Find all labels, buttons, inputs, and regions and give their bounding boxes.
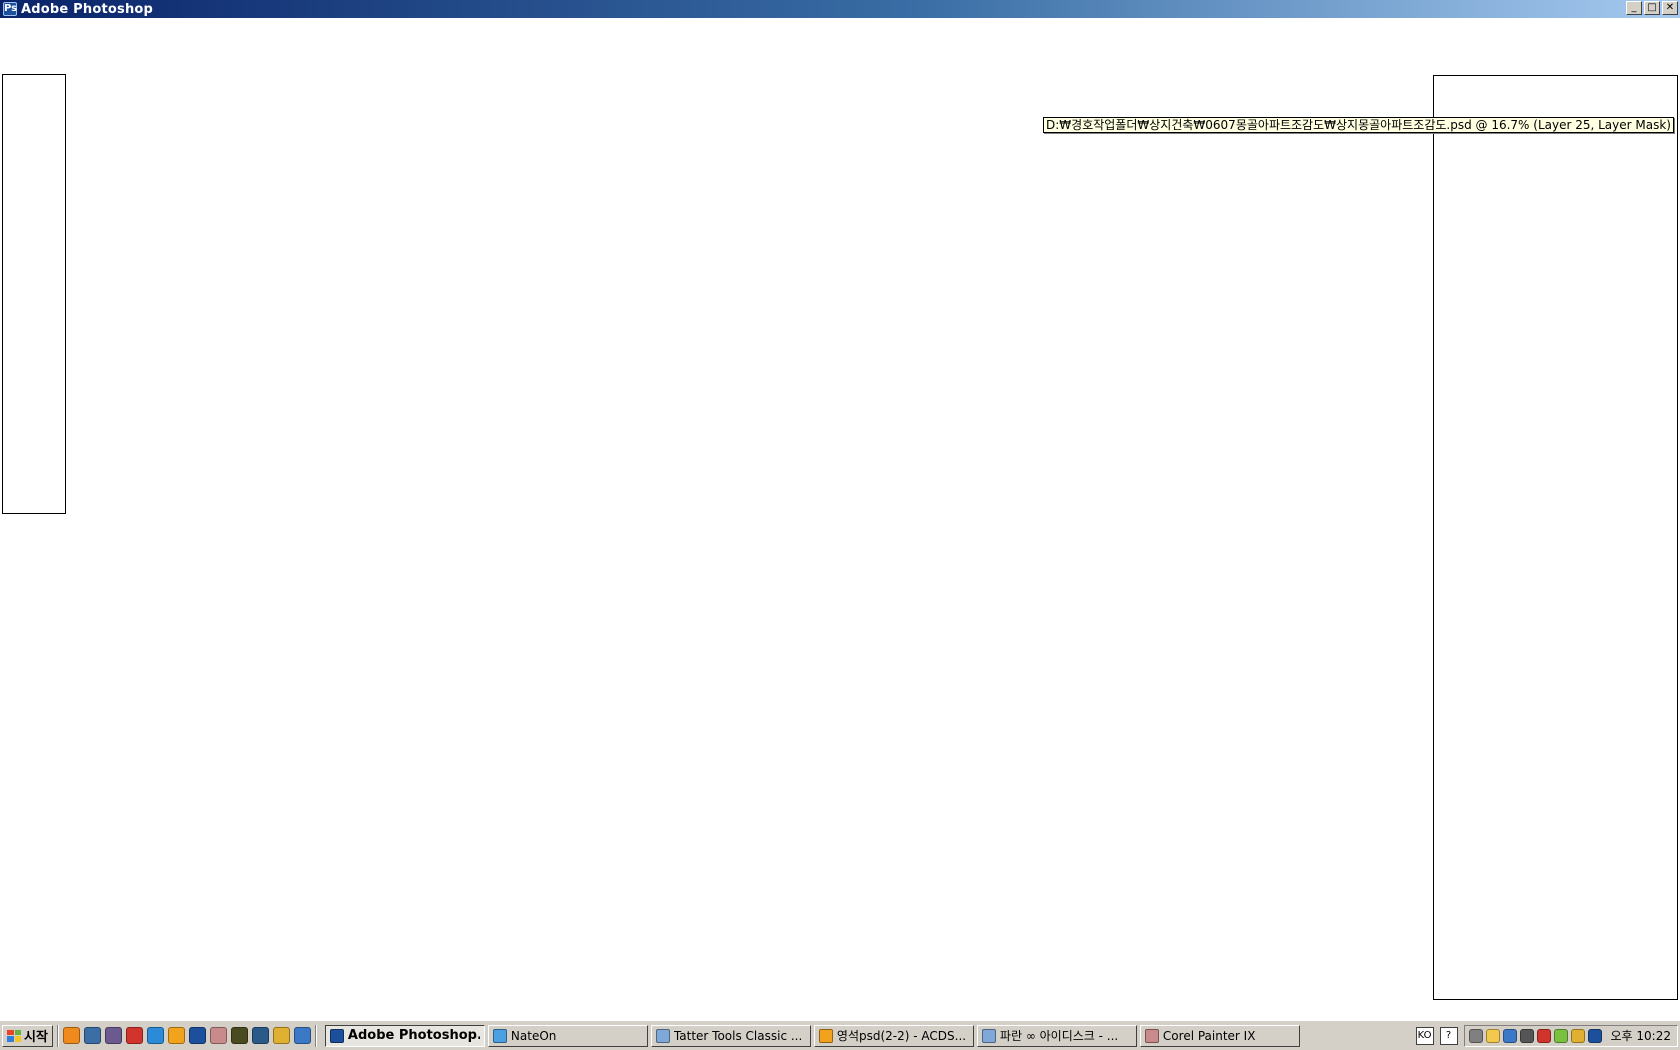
task-button-label: Adobe Photoshop... <box>347 1028 480 1043</box>
taskbar-separator <box>314 1024 317 1047</box>
task-buttons: Adobe Photoshop... NateOn Tatter Tools Cla… <box>324 1024 1300 1047</box>
pencil-icon[interactable] <box>1570 1028 1585 1043</box>
acdsee-icon[interactable] <box>167 1027 185 1044</box>
minimize-button[interactable]: _ <box>1626 1 1642 15</box>
close-button[interactable]: ✕ <box>1662 1 1678 15</box>
taskbar: 시작 Adobe Photoshop... NateOn Tatter Tools … <box>0 1020 1680 1050</box>
tools-panel[interactable] <box>2 74 66 514</box>
acdsee-icon <box>818 1028 833 1043</box>
task-button-label: Corel Painter IX <box>1162 1028 1256 1043</box>
pencil-icon[interactable] <box>272 1027 290 1044</box>
media-icon[interactable] <box>125 1027 143 1044</box>
task-button[interactable]: Corel Painter IX <box>1139 1024 1300 1047</box>
palette-panel[interactable] <box>1433 75 1678 1000</box>
window-title: Adobe Photoshop <box>21 1 154 17</box>
ime-mode-button[interactable]: KO <box>1415 1026 1434 1045</box>
maximize-button[interactable]: □ <box>1644 1 1660 15</box>
ie-icon[interactable] <box>293 1027 311 1044</box>
task-button[interactable]: Adobe Photoshop... <box>324 1024 485 1047</box>
task-button[interactable]: 영석psd(2-2) - ACDS... <box>813 1024 974 1047</box>
network-icon[interactable] <box>1502 1028 1517 1043</box>
firefox-icon[interactable] <box>62 1027 80 1044</box>
photoshop-icon[interactable]: Ps <box>3 2 17 16</box>
monitor-icon[interactable] <box>1553 1028 1568 1043</box>
volume-icon[interactable] <box>1519 1028 1534 1043</box>
ie-page-icon <box>655 1028 670 1043</box>
desktop-icon[interactable] <box>83 1027 101 1044</box>
photoshop-icon <box>329 1028 344 1043</box>
nateon-tray-icon[interactable] <box>1485 1028 1500 1043</box>
document-path-tooltip: D:₩경호작업폴더₩상지건축₩0607몽골아파트조감도₩상지몽골아파트조감도.p… <box>1043 117 1674 133</box>
painter-icon <box>1144 1028 1159 1043</box>
start-label: 시작 <box>24 1030 48 1045</box>
illustrator-icon[interactable] <box>230 1027 248 1044</box>
clock[interactable]: 오후 10:22 <box>1611 1027 1671 1044</box>
painter-icon[interactable] <box>209 1027 227 1044</box>
ime-help-button[interactable]: ? <box>1439 1026 1458 1045</box>
task-button-label: NateOn <box>510 1028 557 1043</box>
title-bar[interactable]: Ps Adobe Photoshop _ □ ✕ <box>0 0 1680 18</box>
nateon-icon <box>492 1028 507 1043</box>
task-button-label: Tatter Tools Classic ... <box>673 1028 803 1043</box>
task-button[interactable]: NateOn <box>487 1024 648 1047</box>
app-icon[interactable] <box>104 1027 122 1044</box>
tool-icon[interactable] <box>251 1027 269 1044</box>
ime-indicator: KO ? <box>1415 1026 1458 1045</box>
windows-logo-icon <box>7 1029 21 1042</box>
photoshop-icon[interactable] <box>188 1027 206 1044</box>
system-tray: 오후 10:22 <box>1463 1024 1678 1047</box>
browser-icon[interactable] <box>146 1027 164 1044</box>
task-button-label: 영석psd(2-2) - ACDS... <box>836 1029 967 1043</box>
antivirus-icon[interactable] <box>1587 1028 1602 1043</box>
task-button-label: 파란 ∞ 아이디스크 - ... <box>999 1029 1119 1043</box>
flash-icon[interactable] <box>1536 1028 1551 1043</box>
keyboard-icon[interactable] <box>1468 1028 1483 1043</box>
tray-icons <box>1468 1028 1602 1043</box>
taskbar-separator <box>56 1024 59 1047</box>
start-button[interactable]: 시작 <box>2 1024 53 1047</box>
window-controls: _ □ ✕ <box>1626 1 1678 15</box>
quick-launch-bar <box>62 1027 311 1044</box>
task-button[interactable]: 파란 ∞ 아이디스크 - ... <box>976 1024 1137 1047</box>
ie-page-icon <box>981 1028 996 1043</box>
task-button[interactable]: Tatter Tools Classic ... <box>650 1024 811 1047</box>
